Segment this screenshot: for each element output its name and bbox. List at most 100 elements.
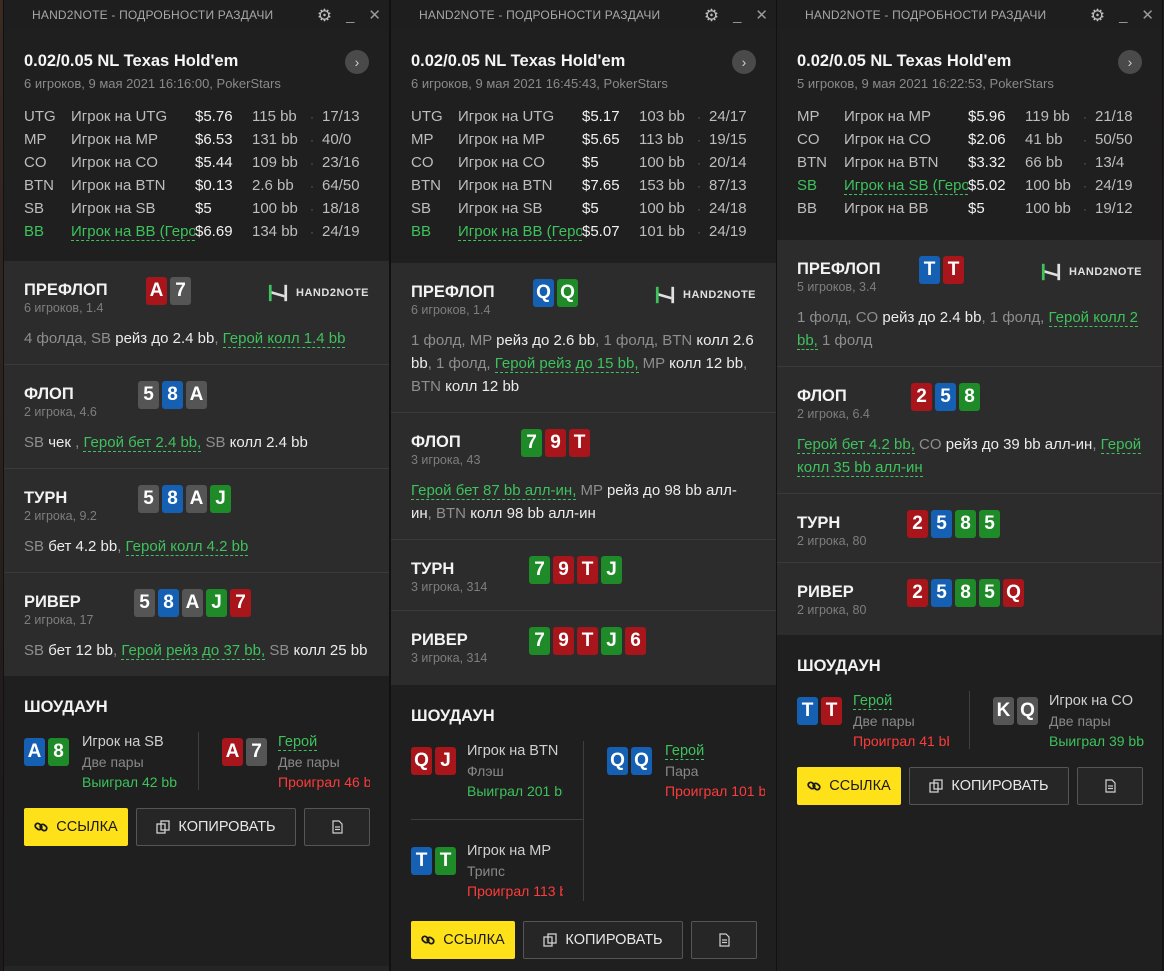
player-stack-bb: 115 bb (252, 108, 297, 125)
hand-details-window-2: HAND2NOTE - ПОДРОБНОСТИ РАЗДАЧИ ⚙ _ ✕ 0.… (391, 0, 776, 971)
player-name[interactable]: Игрок на BTN (844, 151, 968, 174)
player-name[interactable]: Игрок на MP (71, 128, 195, 151)
player-stats: 20/14 (709, 154, 747, 171)
hero-name[interactable]: Игрок на BB (Герой) (71, 223, 195, 241)
player-row: CO Игрок на CO $5 100 bb · 20/14 (411, 151, 747, 174)
player-stack-bb: 100 bb (1025, 177, 1071, 194)
player-name[interactable]: Игрок на BTN (71, 174, 195, 197)
action-text: колл 12 bb (445, 378, 520, 395)
close-icon[interactable]: ✕ (1141, 8, 1154, 23)
player-name[interactable]: Игрок на SB (Герой) (844, 174, 968, 197)
player-name[interactable]: Герой (853, 693, 893, 710)
link-button[interactable]: ССЫЛКА (797, 767, 901, 805)
player-row: UTG Игрок на UTG $5.76 115 bb · 17/13 (24, 105, 360, 128)
player-name[interactable]: Игрок на MP (458, 128, 582, 151)
player-name[interactable]: Игрок на CO (71, 151, 195, 174)
playing-card: 9 (553, 627, 574, 655)
separator: · (697, 155, 701, 170)
player-stats: 17/13 (322, 108, 360, 125)
street-actions: 4 фолда, SB рейз до 2.4 bb, Герой колл 1… (24, 327, 369, 364)
player-stats: 23/16 (322, 154, 360, 171)
player-stats: 24/19 (709, 223, 747, 240)
player-stats: 13/4 (1095, 154, 1125, 171)
player-name[interactable]: Игрок на BB (Герой) (458, 220, 582, 243)
hero-action[interactable]: Герой бет 4.2 bb, (797, 436, 915, 454)
playing-card: J (210, 485, 231, 513)
copy-button[interactable]: КОПИРОВАТЬ (909, 767, 1069, 805)
action-text: колл 98 bb алл-ин (470, 505, 596, 522)
players-table: UTG Игрок на UTG $5.76 115 bb · 17/13 MP Игрок … (24, 105, 360, 243)
playing-card: T (569, 429, 590, 457)
player-name[interactable]: Игрок на UTG (71, 105, 195, 128)
export-button[interactable] (304, 808, 370, 846)
separator: · (1083, 201, 1087, 216)
action-text: рейз до 2.4 bb (115, 330, 215, 347)
gear-icon[interactable]: ⚙ (317, 7, 332, 24)
hand-meta: 6 игроков, 9 мая 2021 16:45:43, PokerSta… (411, 76, 668, 91)
close-icon[interactable]: ✕ (755, 8, 768, 23)
player-row: BTN Игрок на BTN $7.65 153 bb · 87/13 (411, 174, 747, 197)
hero-action[interactable]: Герой бет 2.4 bb, (83, 434, 202, 452)
hole-cards: TT (411, 847, 456, 875)
title-bar[interactable]: HAND2NOTE - ПОДРОБНОСТИ РАЗДАЧИ ⚙ _ ✕ (391, 0, 776, 30)
player-position: BTN (411, 177, 441, 194)
minimize-icon[interactable]: _ (733, 8, 741, 23)
player-name[interactable]: Игрок на SB (71, 197, 195, 220)
player-name[interactable]: Герой (278, 734, 318, 751)
next-hand-button[interactable]: › (732, 50, 756, 74)
player-name[interactable]: Игрок на UTG (458, 105, 582, 128)
playing-card: 7 (246, 738, 267, 766)
title-bar[interactable]: HAND2NOTE - ПОДРОБНОСТИ РАЗДАЧИ ⚙ _ ✕ (777, 0, 1162, 30)
player-name[interactable]: Игрок на BB (Герой) (71, 220, 195, 243)
hero-action[interactable]: Герой рейз до 15 bb, (494, 355, 639, 373)
player-name[interactable]: Игрок на CO (844, 128, 968, 151)
action-text: BTN (662, 332, 697, 349)
player-name[interactable]: Игрок на BTN (458, 174, 582, 197)
window-title: HAND2NOTE - ПОДРОБНОСТИ РАЗДАЧИ (32, 8, 274, 22)
player-name[interactable]: Игрок на BB (844, 197, 968, 220)
result: Проиграл 113 bb (467, 883, 563, 899)
playing-card: T (411, 847, 432, 875)
player-name[interactable]: Игрок на SB (458, 197, 582, 220)
hero-name[interactable]: Игрок на SB (Герой) (844, 177, 968, 195)
playing-card: T (577, 627, 598, 655)
close-icon[interactable]: ✕ (368, 8, 381, 23)
export-button[interactable] (691, 921, 757, 959)
player-row: BTN Игрок на BTN $3.32 66 bb · 13/4 (797, 151, 1133, 174)
copy-label: КОПИРОВАТЬ (951, 778, 1049, 794)
gear-icon[interactable]: ⚙ (704, 7, 719, 24)
hero-action[interactable]: Герой колл 1.4 bb (222, 330, 346, 348)
player-name[interactable]: Герой (665, 743, 705, 760)
playing-card: K (993, 697, 1014, 725)
link-button[interactable]: ССЫЛКА (24, 808, 128, 846)
export-button[interactable] (1077, 767, 1143, 805)
next-hand-button[interactable]: › (1118, 50, 1142, 74)
copy-icon (156, 820, 171, 834)
title-bar[interactable]: HAND2NOTE - ПОДРОБНОСТИ РАЗДАЧИ ⚙ _ ✕ (4, 0, 389, 30)
player-stack: $5.07 (582, 223, 620, 240)
minimize-icon[interactable]: _ (1119, 8, 1127, 23)
hero-action[interactable]: Герой рейз до 37 bb, (121, 642, 266, 660)
player-name[interactable]: Игрок на MP (844, 105, 968, 128)
copy-label: КОПИРОВАТЬ (565, 932, 663, 948)
player-row: CO Игрок на CO $2.06 41 bb · 50/50 (797, 128, 1133, 151)
link-button[interactable]: ССЫЛКА (411, 921, 515, 959)
player-row: SB Игрок на SB $5 100 bb · 18/18 (24, 197, 360, 220)
copy-button[interactable]: КОПИРОВАТЬ (523, 921, 683, 959)
gear-icon[interactable]: ⚙ (1090, 7, 1105, 24)
hero-action[interactable]: Герой бет 87 bb алл-ин, (411, 482, 577, 500)
minimize-icon[interactable]: _ (346, 8, 354, 23)
street-flop: ФЛОП 2 игрока, 4.6 58A SB чек , Герой бе… (4, 365, 389, 468)
hero-name[interactable]: Игрок на BB (Герой) (458, 223, 582, 241)
player-stack: $5.44 (195, 154, 233, 171)
showdown-player: TT Игрок на MP Трипс Проиграл 113 bb (411, 843, 571, 907)
playing-card: T (797, 697, 818, 725)
hero-action[interactable]: Герой колл 4.2 bb (125, 538, 249, 556)
copy-button[interactable]: КОПИРОВАТЬ (136, 808, 296, 846)
player-name[interactable]: Игрок на CO (458, 151, 582, 174)
next-hand-button[interactable]: › (345, 50, 369, 74)
player-stack: $3.32 (968, 154, 1006, 171)
playing-card: A (222, 738, 243, 766)
hand-rank: Две пары (82, 754, 144, 770)
action-text: , (70, 434, 84, 451)
